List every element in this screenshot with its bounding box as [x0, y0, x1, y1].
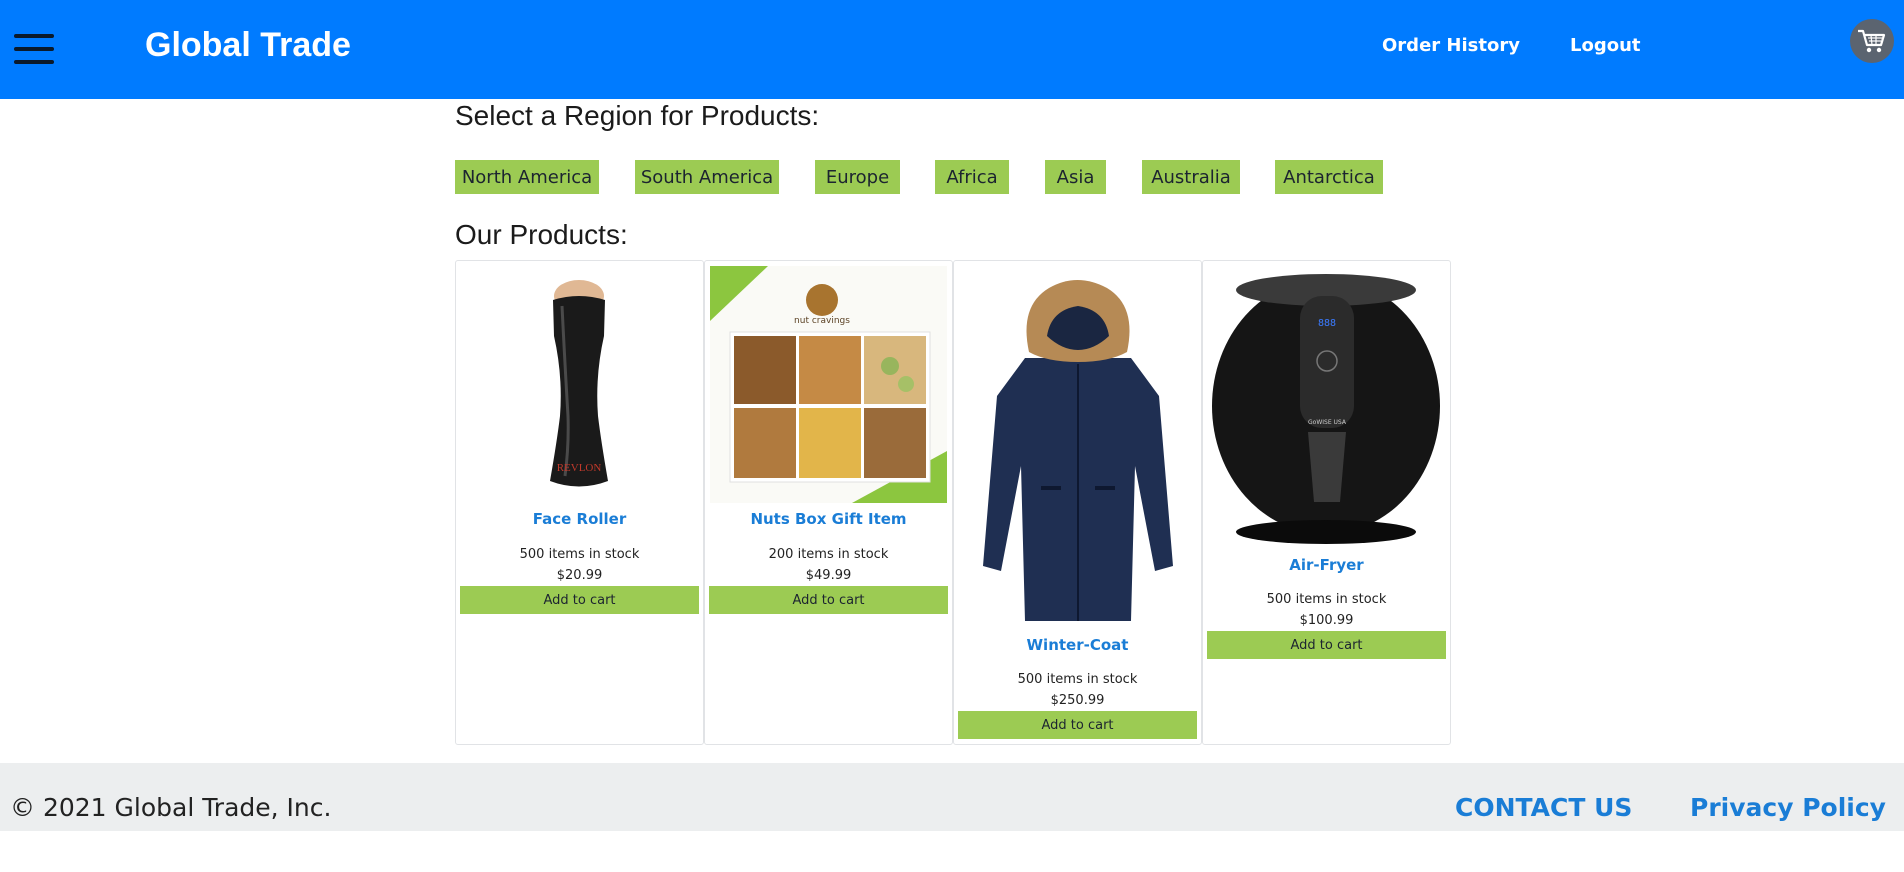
shopping-cart-icon[interactable] [1850, 19, 1894, 63]
product-image-air-fryer[interactable]: 888 GoWISE USA [1208, 266, 1445, 552]
region-australia-button[interactable]: Australia [1142, 160, 1240, 194]
product-image-winter-coat[interactable] [959, 266, 1196, 631]
product-name[interactable]: Winter-Coat [954, 636, 1201, 654]
nav-order-history[interactable]: Order History [1382, 35, 1520, 56]
region-antarctica-button[interactable]: Antarctica [1275, 160, 1383, 194]
gowise-logo: GoWISE USA [1308, 419, 1347, 426]
region-africa-button[interactable]: Africa [935, 160, 1009, 194]
region-asia-button[interactable]: Asia [1045, 160, 1106, 194]
region-heading: Select a Region for Products: [455, 100, 820, 131]
product-card: nut cravings Nuts Box Gift Item 200 item… [704, 260, 953, 745]
product-price: $250.99 [1050, 693, 1105, 708]
product-price: $20.99 [556, 568, 603, 583]
product-image-face-roller[interactable]: REVLON [461, 266, 698, 506]
top-navbar: Global Trade Order History Logout [0, 0, 1904, 99]
products-heading: Our Products: [455, 219, 628, 250]
region-europe-button[interactable]: Europe [815, 160, 900, 194]
region-north-america-button[interactable]: North America [455, 160, 599, 194]
add-to-cart-button[interactable]: Add to cart [1207, 631, 1446, 659]
product-name[interactable]: Face Roller [456, 510, 703, 528]
product-stock: 500 items in stock [1266, 592, 1387, 607]
privacy-policy-link[interactable]: Privacy Policy [1690, 793, 1886, 822]
nut-cravings-logo: nut cravings [794, 316, 850, 326]
copyright-text: © 2021 Global Trade, Inc. [10, 793, 332, 822]
revlon-logo: REVLON [557, 462, 602, 474]
product-name[interactable]: Air-Fryer [1203, 556, 1450, 574]
product-stock: 200 items in stock [768, 547, 889, 562]
product-card: REVLON Face Roller 500 items in stock $2… [455, 260, 704, 745]
product-stock: 500 items in stock [519, 547, 640, 562]
region-south-america-button[interactable]: South America [635, 160, 779, 194]
hamburger-menu-icon[interactable] [14, 34, 54, 64]
contact-us-link[interactable]: CONTACT US [1455, 793, 1632, 822]
product-name[interactable]: Nuts Box Gift Item [705, 510, 952, 528]
product-price: $100.99 [1299, 613, 1354, 628]
product-price: $49.99 [805, 568, 852, 583]
add-to-cart-button[interactable]: Add to cart [709, 586, 948, 614]
air-fryer-display: 888 [1318, 318, 1336, 329]
region-button-group: North America South America Europe Afric… [455, 160, 1455, 194]
product-card: Winter-Coat 500 items in stock $250.99 A… [953, 260, 1202, 745]
nav-logout[interactable]: Logout [1570, 35, 1641, 56]
footer: © 2021 Global Trade, Inc. CONTACT US Pri… [0, 763, 1904, 831]
brand-title[interactable]: Global Trade [145, 26, 351, 65]
product-card: 888 GoWISE USA Air-Fryer 500 items in st… [1202, 260, 1451, 745]
add-to-cart-button[interactable]: Add to cart [460, 586, 699, 614]
add-to-cart-button[interactable]: Add to cart [958, 711, 1197, 739]
product-image-nuts-box[interactable]: nut cravings [710, 266, 947, 506]
product-stock: 500 items in stock [1017, 672, 1138, 687]
